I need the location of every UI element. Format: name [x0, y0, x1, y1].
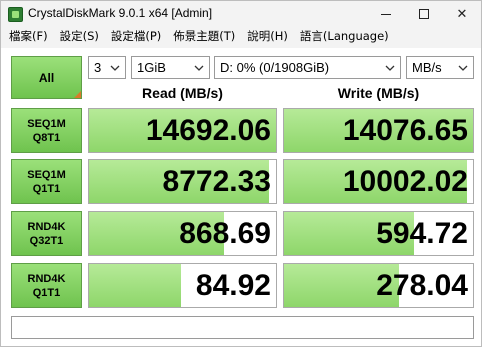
write-value: 594.72 — [376, 217, 468, 250]
test-size-select[interactable]: 1GiB — [131, 56, 210, 79]
menu-bar: 檔案(F) 設定(S) 設定檔(P) 佈景主題(T) 說明(H) 語言(Lang… — [1, 27, 481, 47]
read-result-seq1m-q8t1: 14692.06 — [88, 108, 277, 153]
test-button-rnd4k-q1t1[interactable]: RND4K Q1T1 — [11, 263, 82, 308]
read-result-rnd4k-q1t1: 84.92 — [88, 263, 277, 308]
test-count-select[interactable]: 3 — [88, 56, 126, 79]
read-result-seq1m-q1t1: 8772.33 — [88, 159, 277, 204]
app-disk-icon — [8, 7, 23, 22]
menu-language[interactable]: 語言(Language) — [294, 27, 395, 47]
test-params: Q8T1 — [32, 131, 61, 144]
read-value: 84.92 — [195, 269, 271, 302]
test-size-value: 1GiB — [137, 60, 166, 75]
write-value: 278.04 — [376, 269, 468, 302]
maximize-button[interactable] — [405, 1, 443, 27]
close-button[interactable]: ✕ — [443, 1, 481, 27]
unit-value: MB/s — [412, 60, 442, 75]
menu-settings[interactable]: 設定(S) — [54, 27, 105, 47]
test-params: Q1T1 — [32, 182, 61, 195]
test-params: Q32T1 — [29, 234, 64, 247]
run-all-button[interactable]: All — [11, 56, 82, 99]
write-result-seq1m-q1t1: 10002.02 — [283, 159, 474, 204]
chevron-down-icon — [109, 57, 121, 78]
minimize-icon — [381, 13, 391, 15]
test-name: SEQ1M — [27, 168, 66, 181]
comment-field[interactable] — [11, 316, 474, 339]
chevron-down-icon — [193, 57, 205, 78]
minimize-button[interactable] — [367, 1, 405, 27]
write-result-rnd4k-q1t1: 278.04 — [283, 263, 474, 308]
test-name: RND4K — [27, 220, 66, 233]
chevron-down-icon — [457, 57, 469, 78]
title-bar: CrystalDiskMark 9.0.1 x64 [Admin] ✕ — [1, 1, 481, 27]
unit-select[interactable]: MB/s — [406, 56, 474, 79]
drive-select[interactable]: D: 0% (0/1908GiB) — [214, 56, 401, 79]
test-button-seq1m-q1t1[interactable]: SEQ1M Q1T1 — [11, 159, 82, 204]
write-value: 10002.02 — [342, 165, 468, 198]
window-title: CrystalDiskMark 9.0.1 x64 [Admin] — [28, 6, 213, 20]
test-button-rnd4k-q32t1[interactable]: RND4K Q32T1 — [11, 211, 82, 256]
menu-help[interactable]: 說明(H) — [241, 27, 294, 47]
menu-file[interactable]: 檔案(F) — [1, 27, 54, 47]
test-name: RND4K — [27, 272, 66, 285]
chevron-down-icon — [384, 57, 396, 78]
read-value: 868.69 — [179, 217, 271, 250]
drive-value: D: 0% (0/1908GiB) — [220, 60, 330, 75]
test-name: SEQ1M — [27, 117, 66, 130]
write-result-seq1m-q8t1: 14076.65 — [283, 108, 474, 153]
read-value: 8772.33 — [162, 165, 271, 198]
app-window: CrystalDiskMark 9.0.1 x64 [Admin] ✕ 檔案(F… — [0, 0, 482, 347]
read-result-rnd4k-q32t1: 868.69 — [88, 211, 277, 256]
menu-theme[interactable]: 佈景主題(T) — [167, 27, 241, 47]
test-count-value: 3 — [94, 60, 102, 75]
write-result-rnd4k-q32t1: 594.72 — [283, 211, 474, 256]
menu-profile[interactable]: 設定檔(P) — [105, 27, 167, 47]
write-column-header: Write (MB/s) — [337, 85, 420, 101]
test-button-seq1m-q8t1[interactable]: SEQ1M Q8T1 — [11, 108, 82, 153]
test-params: Q1T1 — [32, 286, 61, 299]
close-icon: ✕ — [456, 6, 468, 21]
read-value: 14692.06 — [145, 114, 271, 147]
main-panel: All 3 1GiB D: 0% (0/1908GiB) MB/s Read (… — [1, 48, 481, 346]
read-score-bar — [89, 264, 181, 307]
read-column-header: Read (MB/s) — [142, 85, 223, 101]
write-value: 14076.65 — [342, 114, 468, 147]
maximize-icon — [419, 9, 429, 19]
